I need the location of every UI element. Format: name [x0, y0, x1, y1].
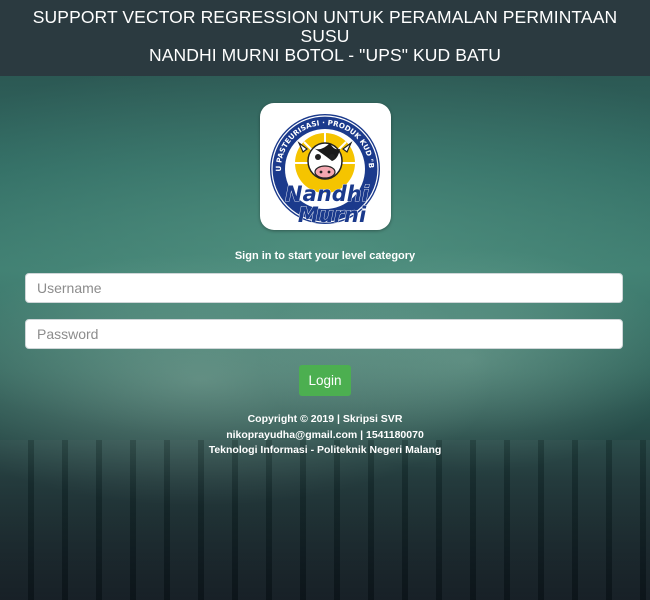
- login-page: SUPPORT VECTOR REGRESSION UNTUK PERAMALA…: [0, 0, 650, 600]
- nandhi-murni-logo: SUSU PASTEURISASI · PRODUK KUD "BATU": [260, 103, 391, 230]
- header-bar: SUPPORT VECTOR REGRESSION UNTUK PERAMALA…: [0, 0, 650, 76]
- footer: Copyright © 2019 | Skripsi SVR nikoprayu…: [0, 412, 650, 459]
- login-button[interactable]: Login: [299, 365, 351, 396]
- logo-brand-line2: Murni: [298, 203, 367, 227]
- username-input[interactable]: [25, 273, 623, 303]
- background-keyboard-image: [0, 440, 650, 600]
- footer-copyright: Copyright © 2019 | Skripsi SVR: [247, 413, 403, 425]
- login-subtitle: Sign in to start your level category: [234, 250, 416, 262]
- footer-contact: nikoprayudha@gmail.com | 1541180070: [226, 428, 424, 441]
- page-title: SUPPORT VECTOR REGRESSION UNTUK PERAMALA…: [32, 7, 618, 65]
- footer-institution: Teknologi Informasi - Politeknik Negeri …: [208, 444, 442, 456]
- password-input[interactable]: [25, 319, 623, 349]
